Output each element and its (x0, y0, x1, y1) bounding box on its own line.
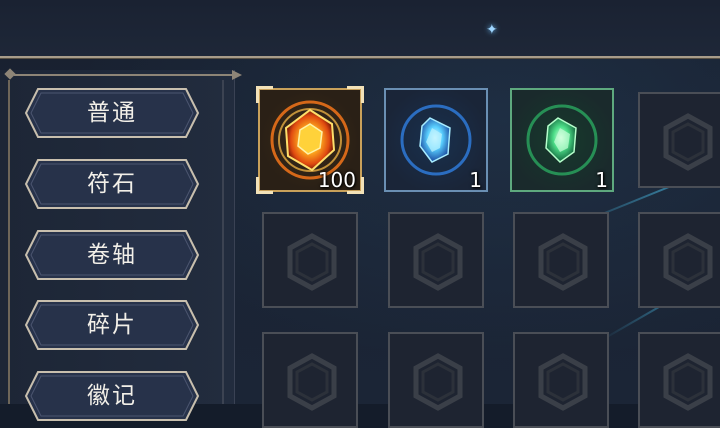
empty-slot[interactable] (638, 332, 720, 428)
empty-slot[interactable] (513, 212, 609, 308)
inventory-item[interactable]: 100 (258, 88, 362, 192)
empty-slot-emblem-icon (533, 232, 593, 292)
tab-label: 卷轴 (24, 229, 200, 281)
item-quantity: 100 (318, 168, 356, 192)
tab-label: 碎片 (24, 299, 200, 351)
empty-slot[interactable] (388, 332, 484, 428)
tab-normal[interactable]: 普通 (24, 87, 200, 139)
empty-slot-emblem-icon (282, 352, 342, 412)
selection-corner (347, 86, 364, 103)
item-quantity: 1 (595, 168, 608, 192)
tab-label: 符石 (24, 158, 200, 210)
sparkle-icon: ✦ (486, 22, 498, 38)
selection-corner (256, 177, 273, 194)
panel-top-rail (6, 72, 242, 78)
top-bar: ✦ (0, 0, 720, 58)
panel-left-rail (8, 80, 10, 404)
tab-label: 徽记 (24, 370, 200, 422)
empty-slot[interactable] (262, 332, 358, 428)
tab-rune[interactable]: 符石 (24, 158, 200, 210)
item-quantity: 1 (469, 168, 482, 192)
empty-slot[interactable] (513, 332, 609, 428)
empty-slot-emblem-icon (658, 112, 718, 172)
empty-slot[interactable] (638, 212, 720, 308)
inventory-item[interactable]: 1 (510, 88, 614, 192)
empty-slot[interactable] (262, 212, 358, 308)
inventory-item[interactable]: 1 (384, 88, 488, 192)
tab-emblem[interactable]: 徽记 (24, 370, 200, 422)
tab-scroll[interactable]: 卷轴 (24, 229, 200, 281)
empty-slot-emblem-icon (658, 352, 718, 412)
empty-slot-emblem-icon (408, 352, 468, 412)
empty-slot-emblem-icon (533, 352, 593, 412)
empty-slot[interactable] (638, 92, 720, 188)
empty-slot-emblem-icon (658, 232, 718, 292)
empty-slot-emblem-icon (408, 232, 468, 292)
tab-label: 普通 (24, 87, 200, 139)
tab-fragment[interactable]: 碎片 (24, 299, 200, 351)
selection-corner (256, 86, 273, 103)
inventory-grid: 100 1 (246, 80, 720, 404)
panel-right-rail (222, 80, 224, 404)
empty-slot-emblem-icon (282, 232, 342, 292)
empty-slot[interactable] (388, 212, 484, 308)
